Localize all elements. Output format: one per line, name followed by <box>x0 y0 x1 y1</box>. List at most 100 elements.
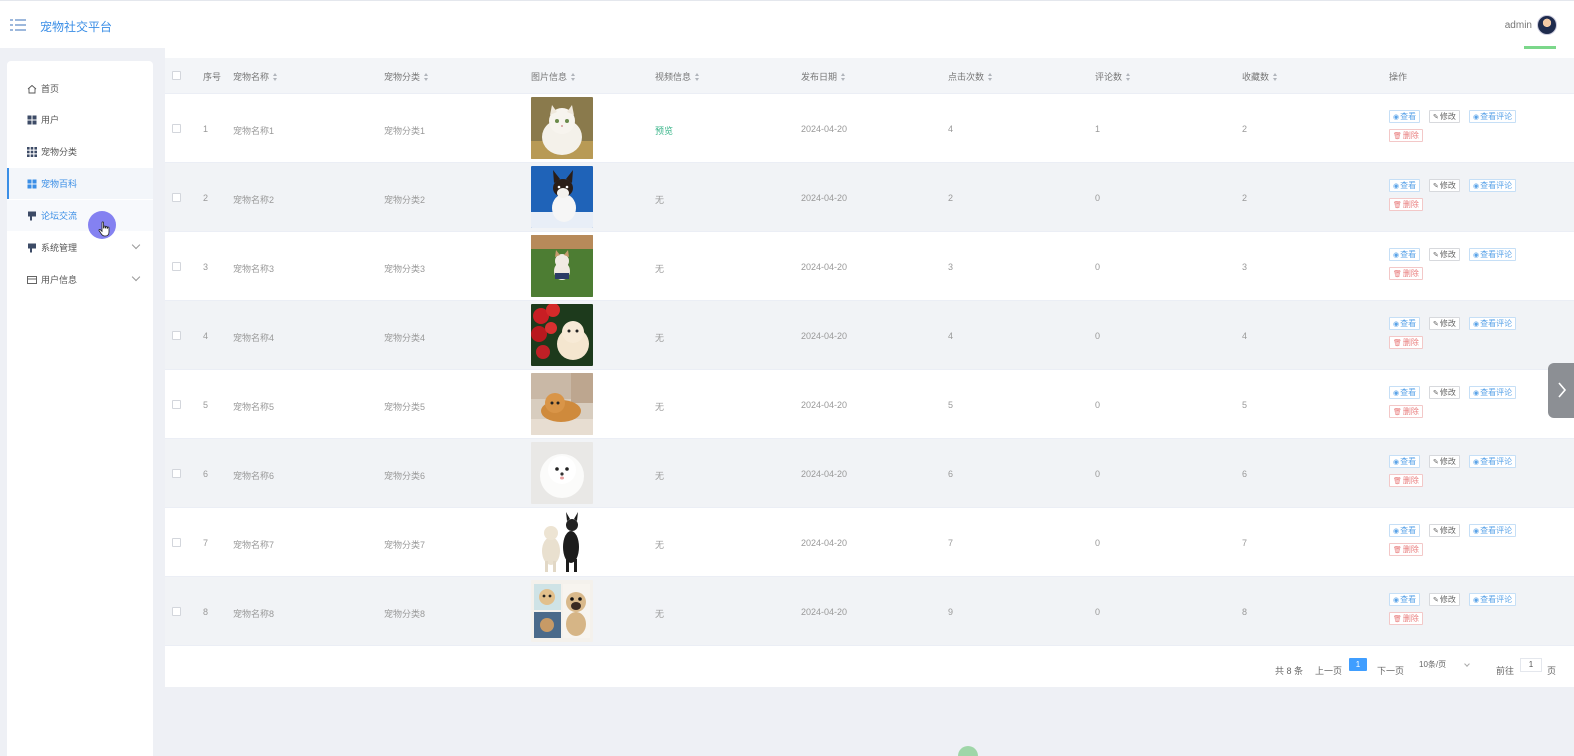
view-comments-button-label: 查看评论 <box>1480 181 1513 190</box>
column-header-date[interactable]: 发布日期 <box>801 70 846 83</box>
sidebar-item-system-management[interactable]: 系统管理 <box>7 232 153 263</box>
pet-image-pomeranian-lying[interactable] <box>531 373 593 435</box>
prev-page-button[interactable]: 上一页 <box>1315 664 1342 677</box>
view-comments-button[interactable]: ◉查看评论 <box>1469 593 1517 606</box>
sidebar-item-home[interactable]: 首页 <box>7 73 153 104</box>
row-checkbox[interactable] <box>172 262 181 271</box>
sort-icon[interactable] <box>695 73 700 81</box>
next-page-button[interactable]: 下一页 <box>1377 664 1404 677</box>
column-header-image[interactable]: 图片信息 <box>531 70 576 83</box>
column-header-category[interactable]: 宠物分类 <box>384 70 429 83</box>
delete-button[interactable]: 🗑删除 <box>1389 543 1423 556</box>
delete-button[interactable]: 🗑删除 <box>1389 474 1423 487</box>
delete-button[interactable]: 🗑删除 <box>1389 405 1423 418</box>
sidebar-item-users[interactable]: 用户 <box>7 104 153 135</box>
row-checkbox[interactable] <box>172 124 181 133</box>
delete-button[interactable]: 🗑删除 <box>1389 267 1423 280</box>
column-header-name[interactable]: 宠物名称 <box>233 70 278 83</box>
cell-comments: 0 <box>1095 400 1101 410</box>
view-comments-button[interactable]: ◉查看评论 <box>1469 179 1517 192</box>
edit-button[interactable]: ✎修改 <box>1429 317 1460 330</box>
cell-video: 无 <box>655 264 665 274</box>
cell-favorites: 2 <box>1242 193 1248 203</box>
row-checkbox[interactable] <box>172 607 181 616</box>
hand-cursor-icon <box>98 221 110 237</box>
pet-image-two-dogs-standing[interactable] <box>531 511 593 573</box>
sort-icon[interactable] <box>424 73 429 81</box>
view-button[interactable]: ◉查看 <box>1389 593 1421 606</box>
column-header-comments[interactable]: 评论数 <box>1095 70 1131 83</box>
sort-icon[interactable] <box>841 73 846 81</box>
top-header: 宠物社交平台 admin <box>0 0 1574 48</box>
view-comments-button[interactable]: ◉查看评论 <box>1469 386 1517 399</box>
column-header-label: 评论数 <box>1095 72 1123 82</box>
row-checkbox[interactable] <box>172 331 181 340</box>
delete-button[interactable]: 🗑删除 <box>1389 198 1423 211</box>
delete-button[interactable]: 🗑删除 <box>1389 129 1423 142</box>
pet-image-small-dog-on-grass[interactable] <box>531 235 593 297</box>
delete-button[interactable]: 🗑删除 <box>1389 336 1423 349</box>
view-button[interactable]: ◉查看 <box>1389 455 1421 468</box>
view-button[interactable]: ◉查看 <box>1389 524 1421 537</box>
video-preview-link[interactable]: 预览 <box>655 124 673 137</box>
pet-image-white-fluffy-dog[interactable] <box>531 442 593 504</box>
view-comments-button[interactable]: ◉查看评论 <box>1469 455 1517 468</box>
sidebar-item-user-info[interactable]: 用户信息 <box>7 264 153 295</box>
view-button[interactable]: ◉查看 <box>1389 248 1421 261</box>
edit-button[interactable]: ✎修改 <box>1429 110 1460 123</box>
edit-button[interactable]: ✎修改 <box>1429 455 1460 468</box>
avatar[interactable] <box>1537 15 1557 35</box>
sort-icon[interactable] <box>273 73 278 81</box>
view-button-label: 查看 <box>1400 319 1417 328</box>
edit-button[interactable]: ✎修改 <box>1429 593 1460 606</box>
cell-date: 2024-04-20 <box>801 193 848 203</box>
row-checkbox[interactable] <box>172 469 181 478</box>
grid-icon <box>27 179 37 189</box>
row-checkbox[interactable] <box>172 400 181 409</box>
edit-button[interactable]: ✎修改 <box>1429 248 1460 261</box>
sidebar-item-pet-encyclopedia[interactable]: 宠物百科 <box>7 168 153 199</box>
sidebar-item-pet-category[interactable]: 宠物分类 <box>7 136 153 167</box>
view-button[interactable]: ◉查看 <box>1389 386 1421 399</box>
cell-category: 宠物分类2 <box>384 195 426 205</box>
pet-image-white-fluffy-cat[interactable] <box>531 97 593 159</box>
delete-button[interactable]: 🗑删除 <box>1389 612 1423 625</box>
menu-toggle-icon[interactable] <box>10 18 26 32</box>
edit-button[interactable]: ✎修改 <box>1429 386 1460 399</box>
side-drawer-toggle[interactable] <box>1548 363 1574 418</box>
sort-icon[interactable] <box>1126 73 1131 81</box>
pet-image-pug-collage[interactable] <box>531 580 593 642</box>
delete-button-label: 删除 <box>1402 614 1419 623</box>
row-checkbox[interactable] <box>172 193 181 202</box>
view-comments-button-label: 查看评论 <box>1480 319 1513 328</box>
column-header-video[interactable]: 视频信息 <box>655 70 700 83</box>
page-size-select[interactable]: 10条/页 <box>1419 658 1471 672</box>
view-comments-button[interactable]: ◉查看评论 <box>1469 110 1517 123</box>
view-button[interactable]: ◉查看 <box>1389 179 1421 192</box>
pet-image-corgi-on-blue[interactable] <box>531 166 593 228</box>
table-row: 5 宠物名称5 宠物分类5 无 2024-04-20 5 0 5 ◉查看 ✎修改… <box>165 370 1574 439</box>
edit-button[interactable]: ✎修改 <box>1429 179 1460 192</box>
row-checkbox[interactable] <box>172 538 181 547</box>
pet-image-pomeranian-with-roses[interactable] <box>531 304 593 366</box>
table-row: 3 宠物名称3 宠物分类3 无 2024-04-20 3 0 3 ◉查看 ✎修改… <box>165 232 1574 301</box>
page-number-current[interactable]: 1 <box>1349 658 1367 671</box>
column-header-favorites[interactable]: 收藏数 <box>1242 70 1278 83</box>
view-comments-button[interactable]: ◉查看评论 <box>1469 524 1517 537</box>
view-button[interactable]: ◉查看 <box>1389 110 1421 123</box>
username[interactable]: admin <box>1505 20 1532 31</box>
edit-icon: ✎ <box>1433 114 1439 121</box>
sort-icon[interactable] <box>1273 73 1278 81</box>
goto-page-input[interactable]: 1 <box>1520 658 1542 672</box>
edit-button[interactable]: ✎修改 <box>1429 524 1460 537</box>
select-all-checkbox[interactable] <box>172 71 181 80</box>
view-button[interactable]: ◉查看 <box>1389 317 1421 330</box>
eye-icon: ◉ <box>1393 459 1400 466</box>
sort-icon[interactable] <box>988 73 993 81</box>
view-comments-button[interactable]: ◉查看评论 <box>1469 317 1517 330</box>
sort-icon[interactable] <box>571 73 576 81</box>
floating-action-dot[interactable] <box>958 746 978 756</box>
view-comments-button[interactable]: ◉查看评论 <box>1469 248 1517 261</box>
column-header-clicks[interactable]: 点击次数 <box>948 70 993 83</box>
sidebar-item-forum[interactable]: 论坛交流 <box>7 200 153 231</box>
